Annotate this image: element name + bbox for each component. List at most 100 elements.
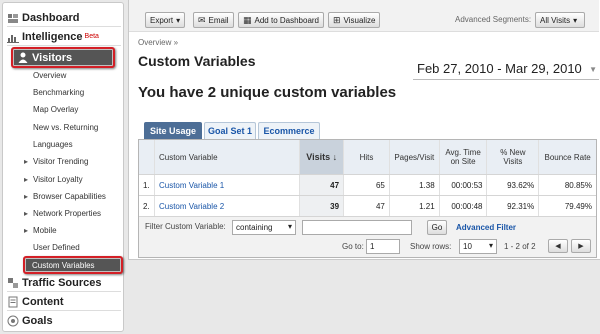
chevron-left-icon: ◀ (555, 243, 561, 250)
person-icon (18, 52, 28, 63)
sidebar-item-overview[interactable]: Overview (33, 71, 66, 80)
segments-value: All Visits (540, 15, 571, 25)
show-rows-label: Show rows: (410, 242, 452, 251)
table-row: 1. Custom Variable 1 47 65 1.38 00:00:53… (139, 175, 596, 196)
show-rows-value: 10 (463, 242, 472, 251)
row-index: 2. (139, 196, 155, 216)
next-page-button[interactable]: ▶ (571, 239, 591, 253)
tab-label: Goal Set 1 (207, 126, 252, 136)
visualize-button[interactable]: ⊞ Visualize (328, 12, 381, 28)
export-button[interactable]: Export ▾ (145, 12, 186, 28)
page-title: Custom Variables (138, 53, 256, 69)
col-header-visits[interactable]: Visits ↓ (300, 140, 345, 174)
sidebar-item-new-vs-returning[interactable]: New vs. Returning (33, 123, 98, 132)
toolbar: Export ▾ ✉ Email ▦ Add to Dashboard ⊞ Vi… (129, 0, 599, 32)
goal-icon (7, 315, 19, 327)
main-panel: Export ▾ ✉ Email ▦ Add to Dashboard ⊞ Vi… (128, 0, 600, 260)
email-icon: ✉ (198, 14, 206, 25)
visualize-icon: ⊞ (333, 14, 341, 25)
col-header-bounce-rate[interactable]: Bounce Rate (539, 140, 596, 174)
beta-badge: Beta (84, 33, 99, 40)
variable-link[interactable]: Custom Variable 1 (159, 181, 224, 190)
sidebar-item-browser-capabilities[interactable]: Browser Capabilities (24, 192, 106, 201)
chevron-down-icon: ▾ (488, 241, 493, 250)
nav-traffic-sources-label: Traffic Sources (22, 276, 102, 289)
tab-goal-set-1[interactable]: Goal Set 1 (204, 122, 256, 139)
sidebar-item-map-overlay[interactable]: Map Overlay (33, 105, 78, 114)
avg-time-cell: 00:00:48 (440, 196, 488, 216)
col-header-hits[interactable]: Hits (344, 140, 390, 174)
sidebar-item-benchmarking[interactable]: Benchmarking (33, 88, 84, 97)
sidebar-item-mobile[interactable]: Mobile (24, 226, 56, 235)
col-header-new-visits[interactable]: % New Visits (487, 140, 540, 174)
email-button[interactable]: ✉ Email (193, 12, 234, 28)
nav-visitors[interactable]: Visitors (11, 47, 115, 68)
tab-site-usage[interactable]: Site Usage (144, 122, 202, 139)
nav-traffic-sources[interactable]: Traffic Sources (7, 274, 121, 292)
add-to-dashboard-label: Add to Dashboard (254, 15, 320, 25)
chevron-right-icon: ▶ (578, 243, 584, 250)
advanced-filter-link[interactable]: Advanced Filter (456, 223, 516, 232)
chevron-down-icon: ▾ (287, 222, 292, 231)
advanced-segments-label: Advanced Segments: (455, 15, 532, 24)
avg-time-cell: 00:00:53 (440, 175, 488, 195)
new-visits-cell: 93.62% (487, 175, 540, 195)
dashboard-icon (7, 12, 19, 24)
col-header-avg-time[interactable]: Avg. Time on Site (439, 140, 488, 174)
chart-icon (7, 31, 19, 43)
col-header-index (139, 140, 155, 174)
chevron-down-icon: ▼ (589, 65, 597, 74)
visits-cell: 39 (300, 196, 345, 216)
goto-page-input[interactable]: 1 (366, 239, 400, 254)
traffic-icon (7, 277, 19, 289)
tab-label: Site Usage (149, 126, 197, 136)
nav-visitors-label: Visitors (32, 51, 73, 64)
add-to-dashboard-button[interactable]: ▦ Add to Dashboard (238, 12, 325, 28)
breadcrumb[interactable]: Overview » (138, 38, 178, 47)
filter-input[interactable] (302, 220, 412, 235)
hits-cell: 47 (344, 196, 390, 216)
hits-cell: 65 (344, 175, 390, 195)
pages-visit-cell: 1.21 (390, 196, 440, 216)
tab-ecommerce[interactable]: Ecommerce (258, 122, 320, 139)
segments-select[interactable]: All Visits ▾ (535, 12, 585, 28)
date-range-picker[interactable]: Feb 27, 2010 - Mar 29, 2010 ▼ (413, 58, 599, 80)
visualize-label: Visualize (343, 15, 376, 25)
show-rows-select[interactable]: 10 ▾ (459, 239, 497, 254)
sidebar-item-visitor-trending[interactable]: Visitor Trending (24, 157, 89, 166)
nav-content-label: Content (22, 295, 64, 308)
nav-intelligence[interactable]: Intelligence Beta (7, 28, 121, 46)
nav-dashboard-label: Dashboard (22, 11, 80, 24)
tab-label: Ecommerce (263, 126, 315, 136)
table-row: 2. Custom Variable 2 39 47 1.21 00:00:48… (139, 196, 596, 217)
table-filter-bar: Filter Custom Variable: containing ▾ Go … (139, 217, 596, 257)
export-label: Export (150, 15, 174, 25)
pagination-range: 1 - 2 of 2 (504, 242, 536, 251)
col-header-custom-variable[interactable]: Custom Variable (154, 140, 301, 174)
variable-link[interactable]: Custom Variable 2 (159, 202, 224, 211)
sidebar-item-visitor-loyalty[interactable]: Visitor Loyalty (24, 175, 83, 184)
new-visits-cell: 92.31% (487, 196, 540, 216)
chevron-down-icon: ▾ (176, 15, 181, 25)
sidebar-item-languages[interactable]: Languages (33, 140, 73, 149)
chevron-down-icon: ▾ (573, 15, 578, 25)
filter-mode-select[interactable]: containing ▾ (232, 220, 296, 235)
date-range-label: Feb 27, 2010 - Mar 29, 2010 (417, 61, 582, 76)
goto-label: Go to: (342, 242, 364, 251)
dashboard-add-icon: ▦ (243, 14, 252, 25)
prev-page-button[interactable]: ◀ (548, 239, 568, 253)
nav-dashboard[interactable]: Dashboard (7, 9, 121, 27)
nav-content[interactable]: Content (7, 293, 121, 311)
sidebar-item-network-properties[interactable]: Network Properties (24, 209, 101, 218)
sidebar-item-user-defined[interactable]: User Defined (33, 243, 80, 252)
filter-mode-value: containing (236, 223, 273, 232)
row-index: 1. (139, 175, 155, 195)
data-table: Custom Variable Visits ↓ Hits Pages/Visi… (138, 139, 597, 258)
col-header-pages-visit[interactable]: Pages/Visit (389, 140, 440, 174)
pages-visit-cell: 1.38 (390, 175, 440, 195)
nav-custom-variables[interactable]: Custom Variables (23, 256, 123, 274)
filter-go-button[interactable]: Go (427, 220, 447, 235)
summary-headline: You have 2 unique custom variables (138, 84, 397, 101)
nav-goals[interactable]: Goals (7, 312, 121, 330)
email-label: Email (208, 15, 229, 25)
